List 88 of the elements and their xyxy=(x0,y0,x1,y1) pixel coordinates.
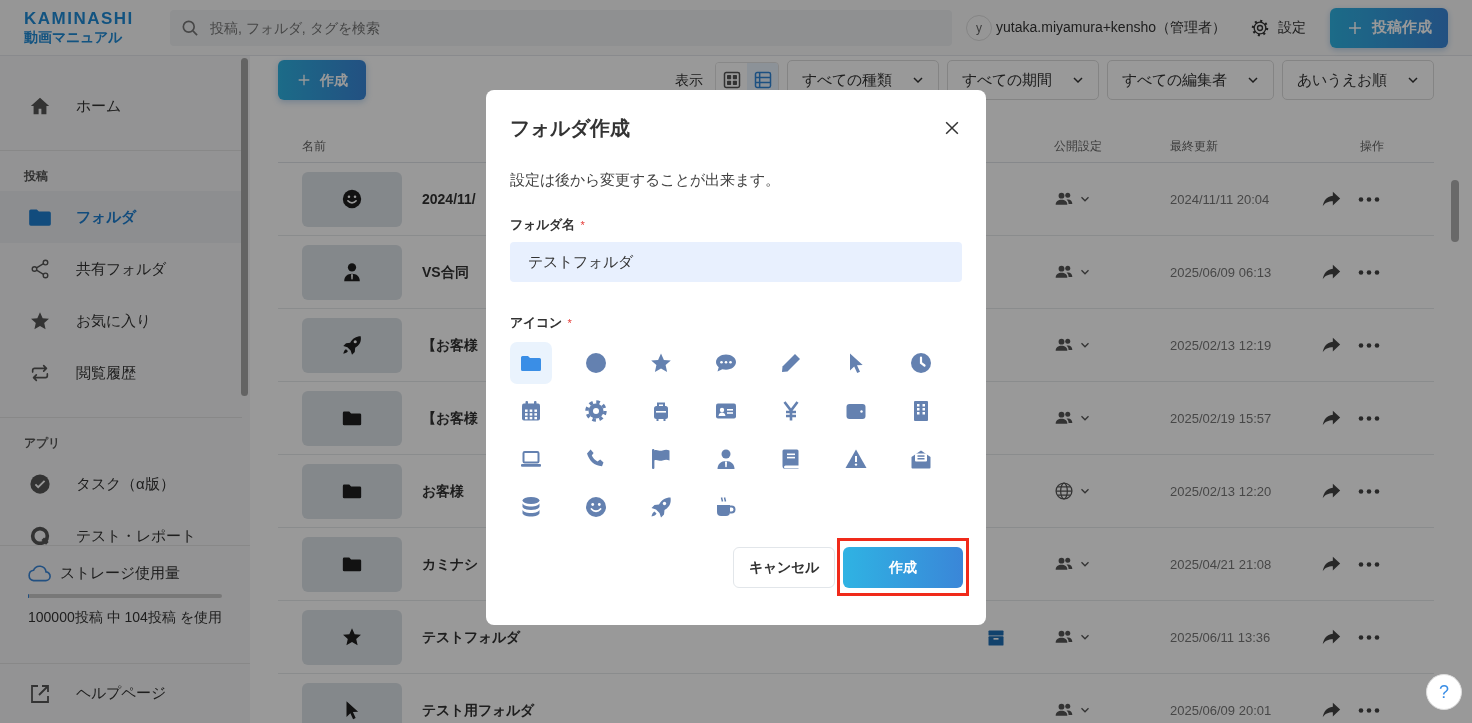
more-icon xyxy=(1358,269,1380,275)
folder-name[interactable]: 2024/11/ xyxy=(422,191,476,207)
sidebar-item[interactable]: テスト・レポート xyxy=(0,510,242,545)
folder-thumbnail[interactable] xyxy=(302,171,402,227)
updated-date: 2025/02/13 12:19 xyxy=(1169,338,1272,353)
dialog-description: 設定は後から変更することが出来ます。 xyxy=(509,170,781,190)
ring-icon xyxy=(29,525,51,545)
filter-dropdown[interactable]: すべての編集者 xyxy=(1107,60,1274,100)
folder-thumbnail[interactable] xyxy=(302,682,402,723)
storage-usage: 100000投稿 中 104投稿 を使用 xyxy=(28,608,222,627)
sidebar-item[interactable]: 閲覧履歴 xyxy=(0,347,242,399)
section-heading: アプリ xyxy=(0,417,242,458)
plus-icon xyxy=(296,72,312,88)
updated-date: 2025/06/09 06:13 xyxy=(1169,265,1272,280)
app-name: 動画マニュアル xyxy=(24,27,123,46)
storage-label: ストレージ使用量 xyxy=(60,562,180,583)
repeat-icon xyxy=(29,362,51,384)
updated-date: 2025/04/21 21:08 xyxy=(1169,557,1272,572)
gear-icon xyxy=(583,399,608,423)
more-icon xyxy=(1358,488,1380,494)
check-circle-icon xyxy=(29,473,51,495)
home-icon xyxy=(29,95,51,117)
folder-name[interactable]: カミナシ xyxy=(422,556,478,572)
updated-date: 2025/02/13 12:20 xyxy=(1169,484,1272,499)
globe-icon xyxy=(1054,481,1074,501)
person-icon xyxy=(341,261,363,283)
folder-thumbnail[interactable] xyxy=(302,390,402,446)
folder-name[interactable]: 【お客様 xyxy=(422,337,478,353)
more-icon xyxy=(1358,196,1380,202)
updated-date: 2025/06/11 13:36 xyxy=(1169,630,1271,645)
column-header: 操作 xyxy=(1360,138,1384,153)
required-mark: * xyxy=(580,217,585,233)
more-icon xyxy=(1358,707,1380,713)
sidebar-item[interactable]: ホーム xyxy=(0,80,242,132)
scrollbar-thumb[interactable] xyxy=(1451,180,1459,242)
sidebar-item[interactable]: お気に入り xyxy=(0,295,242,347)
column-header: 公開設定 xyxy=(1053,137,1103,155)
more-icon xyxy=(1358,634,1380,640)
logo-wordmark: KAMINASHI xyxy=(24,9,135,28)
sidebar-item[interactable]: タスク（α版） xyxy=(0,458,242,510)
column-header: 最終更新 xyxy=(1169,137,1219,155)
grid-view-icon xyxy=(721,70,742,90)
folder-thumbnail[interactable] xyxy=(302,536,402,592)
user-name: yutaka.miyamura+kensho（管理者） xyxy=(996,18,1226,37)
star-icon xyxy=(341,626,363,648)
icon-option[interactable] xyxy=(509,342,552,384)
help-button[interactable]: ? xyxy=(1426,674,1462,710)
folder-thumbnail[interactable] xyxy=(302,317,402,373)
settings-link[interactable]: 設定 xyxy=(1250,17,1306,38)
dialog-title: フォルダ作成 xyxy=(509,116,630,141)
folder-name[interactable]: お客様 xyxy=(422,483,464,499)
sidebar-item[interactable]: 共有フォルダ xyxy=(0,243,242,295)
cancel-button[interactable]: キャンセル xyxy=(732,546,835,588)
filter-dropdown[interactable]: あいうえお順 xyxy=(1282,60,1434,100)
settings-icon xyxy=(1250,17,1270,38)
folder-name[interactable]: VS合同 xyxy=(422,264,469,280)
more-icon xyxy=(1358,342,1380,348)
required-mark: * xyxy=(567,315,572,331)
smile-icon xyxy=(341,188,363,210)
more-icon xyxy=(1358,415,1380,421)
folder-thumbnail[interactable] xyxy=(302,244,402,300)
help-link[interactable]: ヘルプページ xyxy=(0,663,250,723)
list-view-icon xyxy=(752,70,773,90)
folder-name[interactable]: 【お客様 xyxy=(422,410,478,426)
circle-icon xyxy=(583,351,608,375)
updated-date: 2025/06/09 20:01 xyxy=(1169,703,1272,718)
folder-name[interactable]: テストフォルダ xyxy=(422,629,520,645)
share-icon xyxy=(29,258,51,280)
warning-icon xyxy=(843,447,868,471)
create-button[interactable]: 作成 xyxy=(842,547,963,588)
folder-name-field[interactable]: テストフォルダ xyxy=(509,242,962,282)
star-icon xyxy=(29,310,51,332)
folder-thumbnail[interactable] xyxy=(302,609,402,665)
smile-icon xyxy=(583,495,608,519)
view-label: 表示 xyxy=(675,70,703,90)
search-field[interactable]: 投稿, フォルダ, タグを検索 xyxy=(170,9,952,46)
clock-icon xyxy=(908,351,933,375)
updated-date: 2024/11/11 20:04 xyxy=(1169,192,1270,207)
column-header: 名前 xyxy=(302,137,327,155)
field-label: フォルダ名 xyxy=(509,216,575,234)
folder-thumbnail[interactable] xyxy=(302,463,402,519)
more-icon xyxy=(1358,561,1380,567)
field-label: アイコン xyxy=(509,314,562,332)
scrollbar-thumb[interactable] xyxy=(241,58,248,396)
updated-date: 2025/02/19 15:57 xyxy=(1169,411,1272,426)
filter-dropdown[interactable]: すべての期間 xyxy=(947,60,1099,100)
rocket-icon xyxy=(341,334,363,356)
folder-name[interactable]: テスト用フォルダ xyxy=(422,702,534,718)
